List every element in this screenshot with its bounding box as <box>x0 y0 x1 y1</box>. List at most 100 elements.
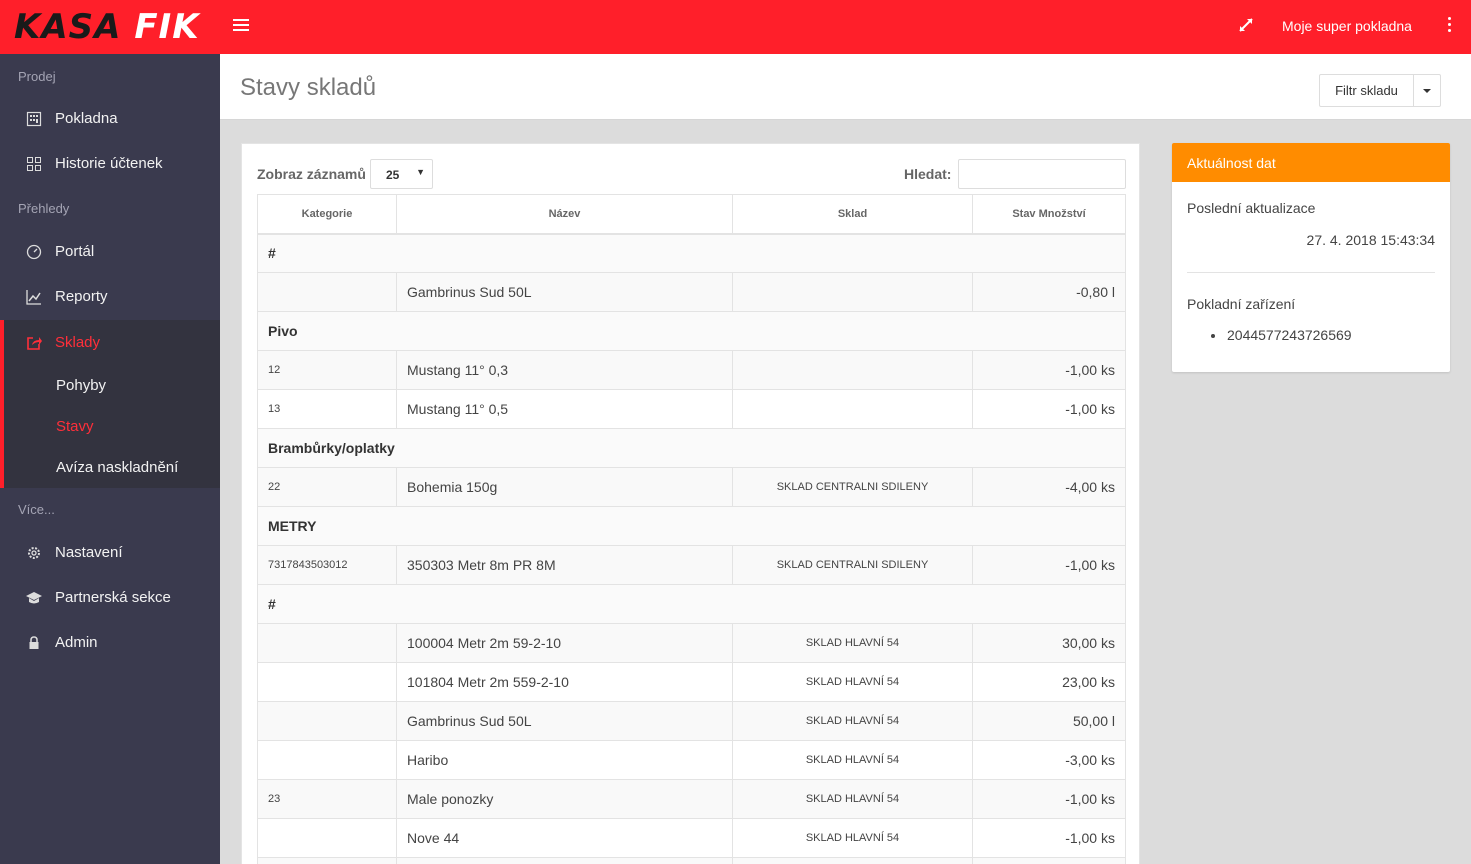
sidebar-section-vice: Více... <box>18 502 55 517</box>
stock-table-card: Zobraz záznamů 25 ▼ Hledat: Kategorie Ná… <box>241 143 1140 864</box>
sidebar-subitem-stavy[interactable]: Stavy <box>56 418 94 435</box>
cell-sklad: SKLAD HLAVNÍ 54 <box>732 818 973 858</box>
page-title: Stavy skladů <box>240 74 377 101</box>
warehouse-filter-label[interactable]: Filtr skladu <box>1320 75 1414 106</box>
cell-mnozstvi: -0,80 l <box>972 272 1126 312</box>
cell-kategorie <box>257 662 397 702</box>
cell-mnozstvi: -1,00 ks <box>972 545 1126 585</box>
sidebar-item-pokladna[interactable]: Pokladna <box>0 96 220 141</box>
cell-nazev: Bohemia 150g <box>396 467 733 507</box>
cell-nazev: Gambrinus Sud 50L <box>396 701 733 741</box>
table-row: Gambrinus Sud 50L -0,80 l <box>257 272 1126 312</box>
sidebar-item-partnerska[interactable]: Partnerská sekce <box>0 575 220 620</box>
sidebar-item-admin[interactable]: Admin <box>0 620 220 665</box>
cell-kategorie: 22 <box>257 467 397 507</box>
cell-nazev <box>396 857 733 864</box>
table-row: Nove 44 SKLAD HLAVNÍ 54 -1,00 ks <box>257 818 1126 858</box>
cell-sklad: SKLAD HLAVNÍ 54 <box>732 662 973 702</box>
table-row: 22 Bohemia 150g SKLAD CENTRALNI SDILENY -4,… <box>257 467 1126 507</box>
warehouse-filter-button[interactable]: Filtr skladu <box>1319 74 1441 107</box>
sidebar-label-sklady: Sklady <box>55 334 101 351</box>
shop-name-link[interactable]: Moje super pokladna <box>1282 18 1412 34</box>
sidebar-item-reporty[interactable]: Reporty <box>0 274 220 319</box>
cell-mnozstvi: 30,00 ks <box>972 623 1126 663</box>
sklady-group: Sklady Pohyby Stavy Avíza naskladnění <box>0 320 220 488</box>
sidebar-item-historie[interactable]: Historie účtenek <box>0 141 220 186</box>
chevron-down-icon: ▼ <box>416 167 425 177</box>
fullscreen-icon[interactable] <box>1237 16 1255 34</box>
sidebar-label-portal: Portál <box>55 243 95 260</box>
cell-kategorie: 12 <box>257 350 397 390</box>
table-row: 7317843503012 350303 Metr 8m PR 8M SKLAD C… <box>257 545 1126 585</box>
line-chart-icon <box>26 289 41 305</box>
panel-title: Aktuálnost dat <box>1172 143 1450 182</box>
table-row <box>257 857 1126 864</box>
cell-nazev: Haribo <box>396 740 733 780</box>
sidebar-item-nastaveni[interactable]: Nastavení <box>0 530 220 575</box>
cell-kategorie <box>257 740 397 780</box>
grid-icon <box>27 156 41 171</box>
cell-mnozstvi: -1,00 ks <box>972 779 1126 819</box>
cell-mnozstvi: 50,00 l <box>972 701 1126 741</box>
cell-mnozstvi: -1,00 ks <box>972 818 1126 858</box>
page-header: Stavy skladů Filtr skladu <box>220 54 1471 120</box>
cell-nazev: 100004 Metr 2m 59-2-10 <box>396 623 733 663</box>
cell-sklad: SKLAD HLAVNÍ 54 <box>732 740 973 780</box>
cell-nazev: Mustang 11° 0,5 <box>396 389 733 429</box>
sidebar-label-partnerska: Partnerská sekce <box>55 589 171 606</box>
cell-mnozstvi: -1,00 ks <box>972 350 1126 390</box>
cell-mnozstvi: -1,00 ks <box>972 389 1126 429</box>
column-header-stav[interactable]: Stav Množství <box>972 194 1126 235</box>
sidebar-item-sklady[interactable]: Sklady <box>0 320 220 365</box>
table-group-row: METRY <box>257 506 1126 546</box>
lock-icon <box>29 635 39 649</box>
search-input[interactable] <box>958 159 1126 189</box>
sidebar-item-portal[interactable]: Portál <box>0 229 220 274</box>
cell-nazev: 101804 Metr 2m 559-2-10 <box>396 662 733 702</box>
logo-part-1: KASA <box>14 7 122 47</box>
cell-sklad: SKLAD CENTRALNI SDILENY <box>732 467 973 507</box>
table-group-row: Pivo <box>257 311 1126 351</box>
cell-mnozstvi <box>972 857 1126 864</box>
cell-kategorie: 7317843503012 <box>257 545 397 585</box>
cell-nazev: Male ponozky <box>396 779 733 819</box>
share-box-icon <box>27 336 42 350</box>
cell-kategorie <box>257 857 397 864</box>
top-bar: KASA FIK Moje super pokladna <box>0 0 1471 54</box>
device-id: 2044577243726569 <box>1227 327 1352 343</box>
cell-sklad <box>732 272 973 312</box>
column-header-kategorie[interactable]: Kategorie <box>257 194 397 235</box>
sidebar-subitem-pohyby[interactable]: Pohyby <box>56 377 106 394</box>
cell-sklad: SKLAD HLAVNÍ 54 <box>732 701 973 741</box>
sidebar-label-nastaveni: Nastavení <box>55 544 123 561</box>
menu-toggle-icon[interactable] <box>233 19 249 33</box>
table-row: 101804 Metr 2m 559-2-10 SKLAD HLAVNÍ 54 23… <box>257 662 1126 702</box>
table-row: 13 Mustang 11° 0,5 -1,00 ks <box>257 389 1126 429</box>
gear-icon <box>28 546 40 559</box>
table-group-row: Brambůrky/oplatky <box>257 428 1126 468</box>
cell-sklad <box>732 857 973 864</box>
cell-sklad: SKLAD CENTRALNI SDILENY <box>732 545 973 585</box>
column-header-nazev[interactable]: Název <box>396 194 733 235</box>
page-length-select[interactable]: 25 ▼ <box>370 159 433 189</box>
cell-nazev: 350303 Metr 8m PR 8M <box>396 545 733 585</box>
cell-kategorie <box>257 623 397 663</box>
table-row: Haribo SKLAD HLAVNÍ 54 -3,00 ks <box>257 740 1126 780</box>
sidebar-label-reporty: Reporty <box>55 288 108 305</box>
more-options-icon[interactable] <box>1445 17 1453 37</box>
sidebar-label-pokladna: Pokladna <box>55 110 118 127</box>
logo-part-2: FIK <box>134 7 200 47</box>
page-length-label: Zobraz záznamů <box>257 166 366 182</box>
divider <box>1187 272 1435 273</box>
dashboard-icon <box>26 244 42 259</box>
column-header-sklad[interactable]: Sklad <box>732 194 973 235</box>
logo[interactable]: KASA FIK <box>14 10 200 44</box>
cell-sklad: SKLAD HLAVNÍ 54 <box>732 623 973 663</box>
sidebar-subitem-aviza[interactable]: Avíza naskladnění <box>56 459 178 476</box>
chevron-down-icon[interactable] <box>1414 75 1440 106</box>
list-bullet <box>1211 334 1215 338</box>
table-row: 100004 Metr 2m 59-2-10 SKLAD HLAVNÍ 54 30,… <box>257 623 1126 663</box>
cash-register-icon <box>26 111 42 126</box>
cell-mnozstvi: -4,00 ks <box>972 467 1126 507</box>
table-row: 12 Mustang 11° 0,3 -1,00 ks <box>257 350 1126 390</box>
